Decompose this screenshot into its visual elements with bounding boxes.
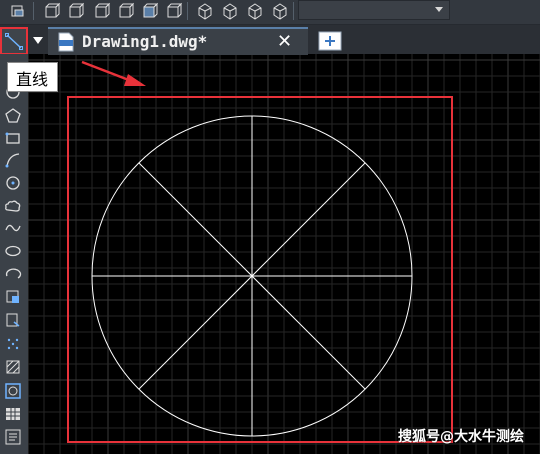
plus-icon	[318, 31, 342, 51]
watermark: 搜狐号@大水牛测绘	[398, 429, 524, 445]
line-tool-highlight	[0, 27, 28, 55]
se-iso-icon[interactable]	[222, 2, 238, 20]
dwg-file-icon	[58, 32, 74, 52]
ellipse-icon[interactable]	[3, 241, 23, 261]
top-view-icon[interactable]	[44, 2, 60, 20]
hatch-icon[interactable]	[3, 357, 23, 377]
multiline-text-icon[interactable]	[3, 427, 23, 447]
polygon-icon[interactable]	[3, 106, 23, 126]
rectangle-icon[interactable]	[3, 128, 23, 148]
circle-center-icon[interactable]	[3, 173, 23, 193]
close-icon[interactable]: ✕	[277, 31, 292, 53]
line-tooltip: 直线	[7, 62, 58, 92]
left-view-icon[interactable]	[94, 2, 110, 20]
view-toolbar	[0, 0, 540, 25]
view-dropdown[interactable]	[298, 0, 450, 20]
table-icon[interactable]	[3, 404, 23, 424]
nw-iso-icon[interactable]	[272, 2, 288, 20]
chevron-down-icon	[435, 7, 443, 12]
draw-tool-palette	[0, 54, 28, 454]
revision-cloud-icon[interactable]	[3, 196, 23, 216]
arc-icon[interactable]	[3, 150, 23, 170]
tab-title: Drawing1.dwg*	[82, 32, 208, 51]
file-menu-dropdown-icon[interactable]	[30, 30, 46, 50]
spline-icon[interactable]	[3, 218, 23, 238]
tab-drawing1[interactable]: Drawing1.dwg* ✕	[48, 27, 308, 55]
sw-iso-icon[interactable]	[197, 2, 213, 20]
toolbar-separator	[33, 2, 34, 20]
tooltip-text: 直线	[16, 70, 49, 89]
make-block-icon[interactable]	[3, 310, 23, 330]
point-icon[interactable]	[3, 334, 23, 354]
back-view-icon[interactable]	[166, 2, 182, 20]
toolbar-separator	[293, 2, 294, 20]
gradient-icon[interactable]	[3, 381, 23, 401]
front-view-icon[interactable]	[142, 2, 158, 20]
ellipse-arc-icon[interactable]	[3, 264, 23, 284]
annotation-arrow	[81, 60, 146, 86]
toolbar-separator	[187, 2, 188, 20]
new-tab-button[interactable]	[318, 31, 342, 51]
result-highlight-box	[67, 96, 453, 443]
bottom-view-icon[interactable]	[68, 2, 84, 20]
insert-block-icon[interactable]	[3, 287, 23, 307]
right-view-icon[interactable]	[118, 2, 134, 20]
layout-icon[interactable]	[10, 2, 26, 20]
ne-iso-icon[interactable]	[247, 2, 263, 20]
